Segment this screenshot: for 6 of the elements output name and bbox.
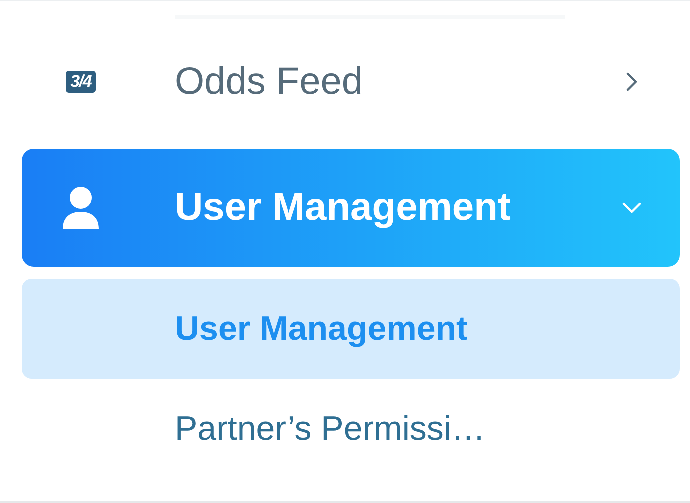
- menu-label: User Management: [175, 186, 512, 230]
- menu-item[interactable]: User Management: [22, 149, 680, 267]
- odds-icon: 3/4: [66, 71, 96, 93]
- menu-label: Odds Feed: [175, 60, 364, 104]
- menu-item[interactable]: 3/4 Odds Feed: [22, 25, 680, 139]
- submenu-item[interactable]: Partner’s Permissi…: [22, 379, 680, 479]
